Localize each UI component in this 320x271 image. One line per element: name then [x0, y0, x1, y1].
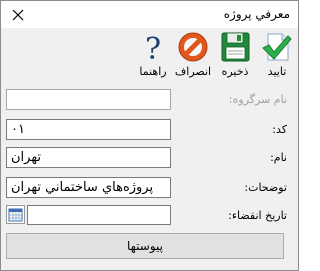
- description-label: توضحات:: [244, 181, 287, 194]
- help-question-icon: ?: [145, 32, 161, 64]
- toolbar: تاييد ذخيره انصراف ? راهنما: [1, 28, 298, 80]
- attachments-button[interactable]: پيوستها: [6, 233, 284, 259]
- cancel-no-icon: [178, 32, 208, 62]
- description-field[interactable]: پروژه‌هاي ساختماني تهران: [6, 177, 171, 198]
- help-label: راهنما: [139, 65, 167, 78]
- expiry-date-field[interactable]: [27, 205, 171, 225]
- window-title: معرفي پروژه: [223, 7, 290, 21]
- expiry-date-label: تاريخ انقضاء:: [228, 209, 287, 222]
- cancel-label: انصراف: [174, 65, 212, 78]
- confirm-button[interactable]: تاييد: [259, 30, 295, 80]
- code-label: کد:: [272, 123, 287, 136]
- dialog-window: معرفي پروژه تاييد ذخيره انصراف ? راهنما …: [0, 0, 299, 271]
- title-bar: معرفي پروژه: [1, 1, 298, 28]
- date-picker-button[interactable]: [6, 205, 25, 224]
- save-disk-icon: [221, 32, 250, 62]
- name-label: نام:: [270, 151, 287, 164]
- calendar-icon: [8, 208, 23, 222]
- confirm-label: تاييد: [267, 65, 287, 78]
- close-button[interactable]: [1, 1, 35, 28]
- confirm-check-icon: [262, 33, 292, 61]
- group-name-field[interactable]: [6, 89, 171, 110]
- save-label: ذخيره: [221, 65, 249, 78]
- description-value: پروژه‌هاي ساختماني تهران: [11, 180, 154, 195]
- code-field[interactable]: ۰۱: [6, 119, 171, 140]
- name-value: تهران: [11, 150, 41, 165]
- save-button[interactable]: ذخيره: [217, 30, 253, 80]
- help-button[interactable]: ? راهنما: [133, 30, 173, 80]
- code-value: ۰۱: [11, 122, 25, 137]
- svg-text:?: ?: [145, 32, 161, 64]
- group-name-label: نام سرگروه:: [228, 93, 287, 106]
- name-field[interactable]: تهران: [6, 147, 171, 168]
- cancel-button[interactable]: انصراف: [173, 30, 213, 80]
- close-icon: [12, 9, 24, 20]
- attachments-label: پيوستها: [126, 239, 164, 253]
